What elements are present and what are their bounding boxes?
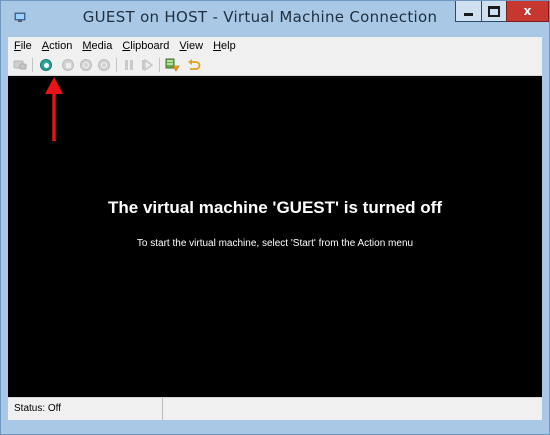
menu-help-accesskey: H: [213, 40, 222, 52]
ctrl-alt-del-button[interactable]: [12, 57, 28, 73]
menu-view-label: iew: [186, 40, 204, 52]
status-bar-divider: [162, 398, 163, 420]
menu-action[interactable]: Action: [38, 40, 77, 52]
menu-file[interactable]: File: [10, 40, 36, 52]
checkpoint-icon: [165, 58, 180, 72]
start-icon-dot: [43, 62, 49, 68]
ctrl-alt-del-icon: [13, 60, 27, 70]
toolbar-separator: [116, 58, 117, 72]
start-button[interactable]: [38, 57, 54, 73]
save-icon-ring: [101, 62, 107, 68]
turn-off-icon: [62, 59, 74, 71]
menu-file-label: ile: [20, 40, 32, 52]
menu-clipboard-label: lipboard: [130, 40, 170, 52]
vm-connection-app-icon: [14, 12, 26, 22]
vm-start-instruction: To start the virtual machine, select 'St…: [136, 238, 414, 249]
turn-off-button[interactable]: [60, 57, 76, 73]
close-icon: x: [523, 4, 532, 18]
reset-icon: [142, 59, 153, 71]
toolbar: [8, 55, 542, 76]
menu-media[interactable]: Media: [78, 40, 116, 52]
maximize-icon: [488, 5, 500, 17]
vm-off-message: The virtual machine 'GUEST' is turned of…: [108, 198, 442, 217]
vm-status-text: Status: Off: [14, 403, 62, 414]
toolbar-separator: [32, 58, 33, 72]
shut-down-icon-ring: [83, 62, 89, 68]
toolbar-separator: [159, 58, 160, 72]
save-icon: [98, 59, 110, 71]
annotation-arrow-icon: [45, 77, 63, 141]
menu-view[interactable]: View: [175, 40, 207, 52]
title-bar[interactable]: GUEST on HOST - Virtual Machine Connecti…: [1, 1, 549, 37]
menu-media-accesskey: M: [82, 40, 92, 52]
status-bar: Status: Off: [8, 397, 542, 420]
vm-connection-window: GUEST on HOST - Virtual Machine Connecti…: [0, 0, 550, 435]
minimize-button[interactable]: [455, 1, 482, 22]
menu-media-label: edia: [91, 40, 113, 52]
menu-action-accesskey: A: [41, 40, 50, 52]
menu-file-accesskey: F: [14, 40, 21, 52]
pause-icon: [125, 60, 133, 70]
pause-button[interactable]: [121, 57, 137, 73]
start-icon: [40, 59, 52, 71]
minimize-icon: [464, 12, 473, 16]
revert-button[interactable]: [186, 57, 202, 73]
menu-action-label: ction: [49, 40, 73, 52]
menu-help-label: elp: [221, 40, 236, 52]
menu-view-accesskey: V: [179, 40, 187, 52]
shut-down-icon: [80, 59, 92, 71]
revert-icon: [188, 59, 201, 70]
save-button[interactable]: [96, 57, 112, 73]
maximize-button[interactable]: [481, 1, 507, 22]
checkpoint-button[interactable]: [164, 57, 180, 73]
menu-clipboard[interactable]: Clipboard: [118, 40, 173, 52]
shut-down-button[interactable]: [78, 57, 94, 73]
menu-bar: File Action Media Clipboard View Help: [8, 37, 542, 55]
window-title: GUEST on HOST - Virtual Machine Connecti…: [82, 8, 438, 26]
menu-help[interactable]: Help: [209, 40, 240, 52]
close-button[interactable]: x: [506, 1, 549, 22]
turn-off-icon-square: [65, 62, 71, 68]
reset-button[interactable]: [139, 57, 155, 73]
vm-display[interactable]: The virtual machine 'GUEST' is turned of…: [8, 76, 542, 397]
